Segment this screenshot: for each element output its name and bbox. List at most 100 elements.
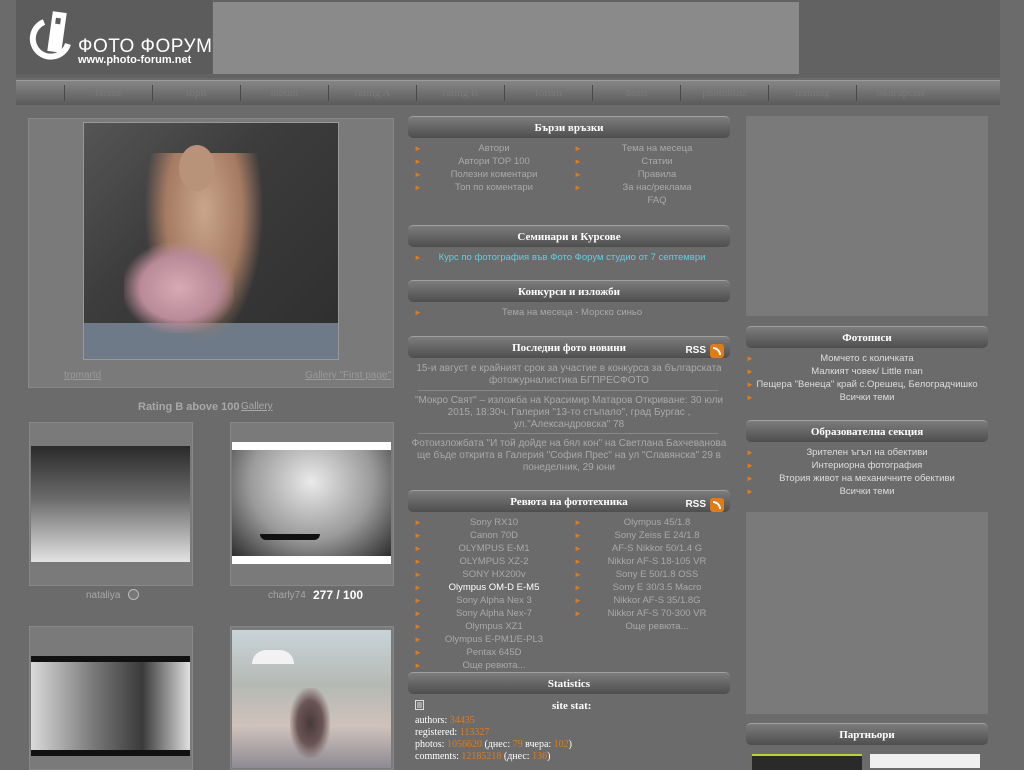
seminar-link[interactable]: Курс по фотография във Фото Форум студио… xyxy=(414,251,730,264)
list-link[interactable]: Всички теми xyxy=(840,392,895,403)
bullet-icon: ► xyxy=(414,308,422,317)
bullet-icon: ► xyxy=(746,393,754,402)
bullet-icon: ► xyxy=(414,170,422,179)
list-link[interactable]: Още ревюта... xyxy=(414,659,574,672)
news-item[interactable]: "Мокро Свят" – изложба на Красимир Матар… xyxy=(408,395,730,431)
contests-list: ► Тема на месеца - Морско синьо xyxy=(414,306,730,319)
list-link[interactable]: Nikkor AF-S 35/1.8G xyxy=(574,594,740,607)
thumb-author[interactable]: charly74 xyxy=(268,590,306,601)
bullet-icon: ► xyxy=(414,531,422,540)
bullet-icon: ► xyxy=(414,570,422,579)
bullet-icon: ► xyxy=(414,253,422,262)
list-link[interactable]: Olympus 45/1.8 xyxy=(574,516,740,529)
list-link[interactable]: Sony E 30/3.5 Macro xyxy=(574,581,740,594)
list-link[interactable]: Малкият човек/ Little man xyxy=(811,366,923,377)
quick-link[interactable]: Автори ТОР 100 xyxy=(414,155,574,168)
right-ad-middle[interactable] xyxy=(746,512,988,714)
quick-link[interactable]: Автори xyxy=(414,142,574,155)
list-link[interactable]: OLYMPUS XZ-2 xyxy=(414,555,574,568)
list-link[interactable]: Nikkor AF-S 70-300 VR xyxy=(574,607,740,620)
list-link[interactable]: Още ревюта... xyxy=(574,620,740,633)
divider xyxy=(418,390,718,391)
quick-link[interactable]: Топ по коментари xyxy=(414,181,574,194)
list-link[interactable]: Втория живот на механичните обективи xyxy=(779,473,955,484)
nav-language[interactable]: български xyxy=(856,85,944,101)
bullet-icon: ► xyxy=(414,518,422,527)
stat-value: 34435 xyxy=(449,715,475,726)
list-link[interactable]: Pentax 645D xyxy=(414,646,574,659)
photo-essays-list: ► Момчето с количката ► Малкият човек/ Litt… xyxy=(746,352,988,404)
rating-b-title: Rating B above 100 xyxy=(138,401,240,413)
featured-author-link[interactable]: trpmartd xyxy=(64,370,101,381)
right-ad-top[interactable] xyxy=(746,116,988,316)
reviews-rss[interactable]: RSS xyxy=(685,494,724,516)
list-link[interactable]: Интериорна фотография xyxy=(812,460,923,471)
list-link[interactable]: Canon 70D xyxy=(414,529,574,542)
list-link[interactable]: Olympus E-PM1/E-PL3 xyxy=(414,633,574,646)
quick-link[interactable]: Статии xyxy=(574,155,740,168)
bullet-icon: ► xyxy=(414,583,422,592)
quick-link[interactable]: За нас/реклама xyxy=(574,181,740,194)
stat-value: 102 xyxy=(553,739,569,750)
bullet-icon: ► xyxy=(414,544,422,553)
list-link[interactable]: Sony Alpha Nex 3 xyxy=(414,594,574,607)
nav-rating-b[interactable]: rating B xyxy=(416,85,504,101)
list-link[interactable]: Момчето с количката xyxy=(820,353,913,364)
partner-logo[interactable] xyxy=(870,754,980,768)
thumb-photo[interactable] xyxy=(232,630,391,768)
list-link[interactable]: Olympus XZ1 xyxy=(414,620,574,633)
news-title: Последни фото новини xyxy=(512,342,626,354)
stat-label: вчера: xyxy=(525,739,552,750)
education-list: ► Зрителен ъгъл на обективи ► Интериорна фо… xyxy=(746,446,988,498)
bullet-icon: ► xyxy=(746,487,754,496)
bullet-icon: ► xyxy=(414,157,422,166)
reviews-header: Ревюта на фототехника RSS xyxy=(408,490,730,512)
nav-home[interactable]: Home xyxy=(64,85,152,101)
quick-link[interactable]: FAQ xyxy=(574,194,740,207)
list-link[interactable]: Всички теми xyxy=(840,486,895,497)
quick-link[interactable]: Полезни коментари xyxy=(414,168,574,181)
list-link[interactable]: Пещера "Венеца" край с.Орешец, Белоградч… xyxy=(756,379,977,390)
nav-training[interactable]: training xyxy=(768,85,856,101)
thumb-photo[interactable] xyxy=(232,442,391,564)
nav-bozo[interactable]: bozo xyxy=(592,85,680,101)
news-rss[interactable]: RSS xyxy=(685,340,724,362)
score-max: 100 xyxy=(343,588,364,602)
main-nav: Home topli album rating A rating B forum… xyxy=(16,80,1000,105)
stat-authors: authors: 34435 xyxy=(415,715,475,726)
news-item[interactable]: 15-и август е крайният срок за участие в… xyxy=(408,363,730,387)
list-link[interactable]: AF-S Nikkor 50/1.4 G xyxy=(574,542,740,555)
nav-forum[interactable]: forum xyxy=(504,85,592,101)
nav-topli[interactable]: topli xyxy=(152,85,240,101)
contest-link[interactable]: Тема на месеца - Морско синьо xyxy=(414,306,730,319)
reviews-right: ► Olympus 45/1.8 ► Sony Zeiss E 24/1.8 ► AF-S… xyxy=(574,516,740,633)
news-item[interactable]: Фотоизложбата "И той дойде на бял кон" н… xyxy=(408,438,730,474)
featured-photo[interactable] xyxy=(83,122,339,360)
list-link[interactable]: Sony RX10 xyxy=(414,516,574,529)
thumb-photo[interactable] xyxy=(31,446,190,562)
bullet-icon: ► xyxy=(746,474,754,483)
rss-icon xyxy=(710,498,724,512)
thumb-author[interactable]: nataliya xyxy=(86,590,120,601)
top-banner-ad[interactable] xyxy=(213,2,799,74)
quick-link[interactable]: Тема на месеца xyxy=(574,142,740,155)
list-link[interactable]: Зрителен ъгъл на обективи xyxy=(806,447,927,458)
list-link[interactable]: Sony Alpha Nex-7 xyxy=(414,607,574,620)
list-link[interactable]: Sony Zeiss E 24/1.8 xyxy=(574,529,740,542)
list-link[interactable]: OLYMPUS E-M1 xyxy=(414,542,574,555)
list-link[interactable]: Sony E 50/1.8 OSS xyxy=(574,568,740,581)
quick-link[interactable]: Правила xyxy=(574,168,740,181)
bullet-icon: ► xyxy=(414,622,422,631)
rating-b-gallery-link[interactable]: Gallery xyxy=(241,401,273,412)
nav-rating-a[interactable]: rating A xyxy=(328,85,416,101)
list-link[interactable]: Nikkor AF-S 18-105 VR xyxy=(574,555,740,568)
nav-photoblitz[interactable]: photoblitz xyxy=(680,85,768,101)
bullet-icon: ► xyxy=(574,570,582,579)
stat-label: photos: xyxy=(415,739,445,750)
featured-gallery-link[interactable]: Gallery "First page" xyxy=(305,370,391,381)
list-link[interactable]: Olympus OM-D E-M5 xyxy=(414,581,574,594)
list-link[interactable]: SONY HX200v xyxy=(414,568,574,581)
nav-album[interactable]: album xyxy=(240,85,328,101)
thumb-photo[interactable] xyxy=(31,656,190,756)
bullet-icon: ► xyxy=(746,367,754,376)
